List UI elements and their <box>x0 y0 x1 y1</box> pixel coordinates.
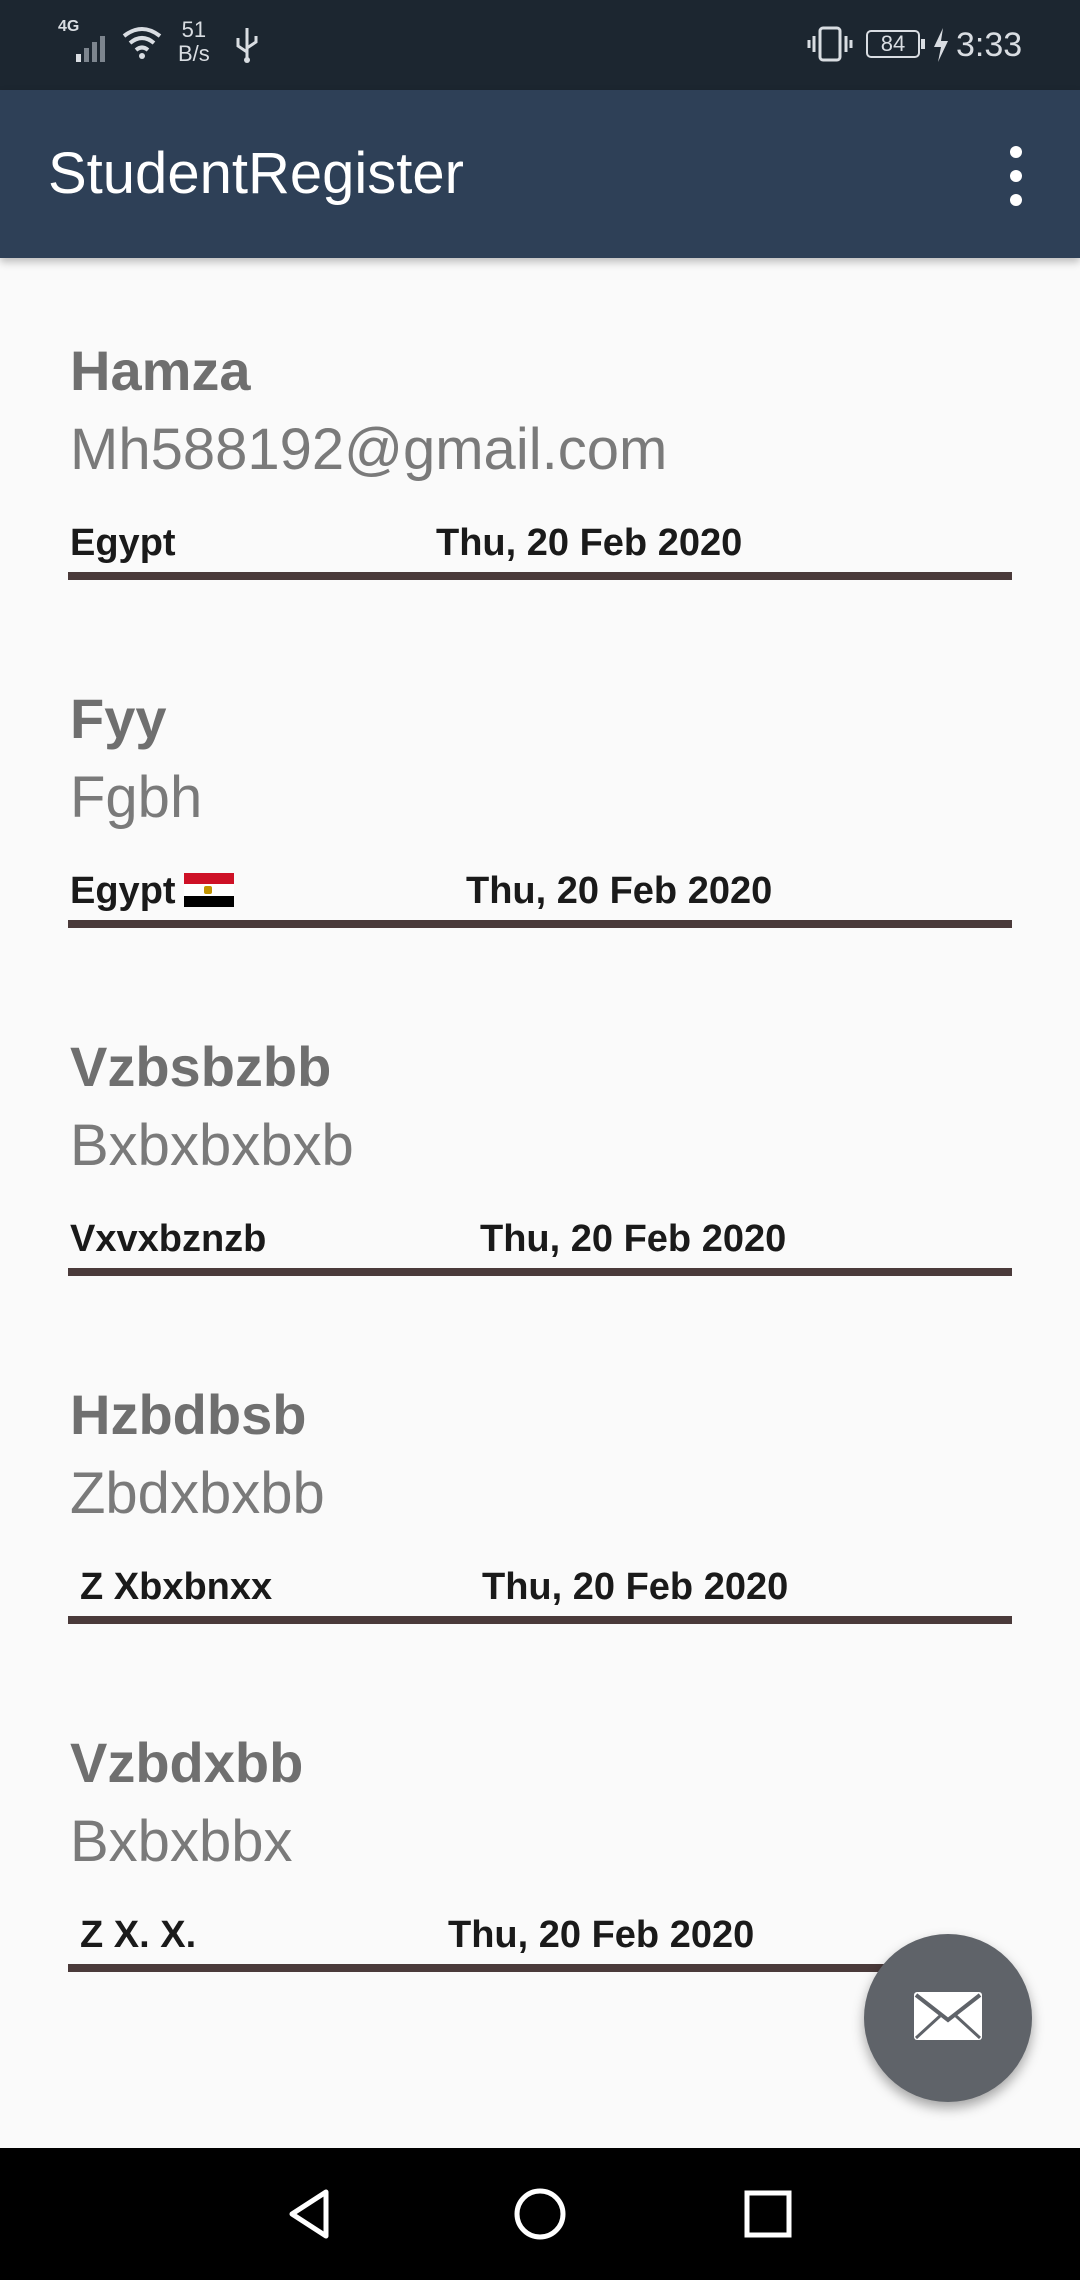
vibrate-icon <box>807 26 853 62</box>
egypt-flag-icon <box>183 873 234 907</box>
charging-icon <box>934 28 948 62</box>
student-date: Thu, 20 Feb 2020 <box>466 870 773 912</box>
student-name: Hzbdbsb <box>70 1383 307 1446</box>
student-name: Fyy <box>70 687 167 750</box>
divider <box>68 1616 1012 1624</box>
student-email: Fgbh <box>70 765 203 830</box>
divider <box>68 1964 1012 1972</box>
student-card[interactable]: Fyy Fgbh Egypt Thu, 20 Feb 2020 <box>68 686 1012 936</box>
divider <box>68 1268 1012 1276</box>
app-title: StudentRegister <box>48 141 464 206</box>
speed-value: 51 <box>181 17 207 42</box>
app-bar: StudentRegister <box>0 90 1080 258</box>
student-country: Vxvxbznzb <box>70 1218 267 1260</box>
more-vert-icon[interactable] <box>996 146 1036 210</box>
back-icon[interactable] <box>280 2184 340 2244</box>
divider <box>68 572 1012 580</box>
student-country: Z X. X. <box>80 1914 197 1956</box>
student-card[interactable]: Vzbsbzbb Bxbxbxbxb Vxvxbznzb Thu, 20 Feb… <box>68 1034 1012 1284</box>
clock: 3:33 <box>956 26 1023 64</box>
student-card[interactable]: Hamza Mh588192@gmail.com Egypt Thu, 20 F… <box>68 338 1012 588</box>
student-email: Mh588192@gmail.com <box>70 417 668 482</box>
wifi-icon <box>122 27 162 59</box>
recents-icon[interactable] <box>738 2184 798 2244</box>
student-country: Z Xbxbnxx <box>80 1566 273 1608</box>
student-name: Vzbdxbb <box>70 1731 304 1794</box>
student-date: Thu, 20 Feb 2020 <box>480 1218 787 1260</box>
student-name: Hamza <box>70 339 251 402</box>
student-card[interactable]: Hzbdbsb Zbdxbxbb Z Xbxbnxx Thu, 20 Feb 2… <box>68 1382 1012 1632</box>
student-card[interactable]: Vzbdxbb Bxbxbbx Z X. X. Thu, 20 Feb 2020 <box>68 1730 1012 1980</box>
divider <box>68 920 1012 928</box>
usb-icon <box>236 28 258 63</box>
student-date: Thu, 20 Feb 2020 <box>448 1914 755 1956</box>
battery-icon: 84 <box>866 30 925 58</box>
speed-unit: B/s <box>178 41 210 66</box>
home-icon[interactable] <box>510 2184 570 2244</box>
student-date: Thu, 20 Feb 2020 <box>482 1566 789 1608</box>
mail-icon <box>914 1992 982 2040</box>
compose-mail-button[interactable] <box>864 1934 1032 2102</box>
signal-icon <box>76 36 105 62</box>
student-country: Egypt <box>70 522 176 564</box>
student-email: Bxbxbxbxb <box>70 1113 354 1178</box>
student-name: Vzbsbzbb <box>70 1035 332 1098</box>
nav-bar <box>0 2148 1080 2280</box>
student-email: Zbdxbxbb <box>70 1461 325 1526</box>
status-bar: 4G 51 B/s 84 3:33 <box>0 0 1080 90</box>
student-email: Bxbxbbx <box>70 1809 293 1874</box>
network-speed: 51 B/s <box>178 18 210 66</box>
student-date: Thu, 20 Feb 2020 <box>436 522 743 564</box>
student-country: Egypt <box>70 870 176 912</box>
student-country-wrap: Egypt <box>70 870 234 913</box>
